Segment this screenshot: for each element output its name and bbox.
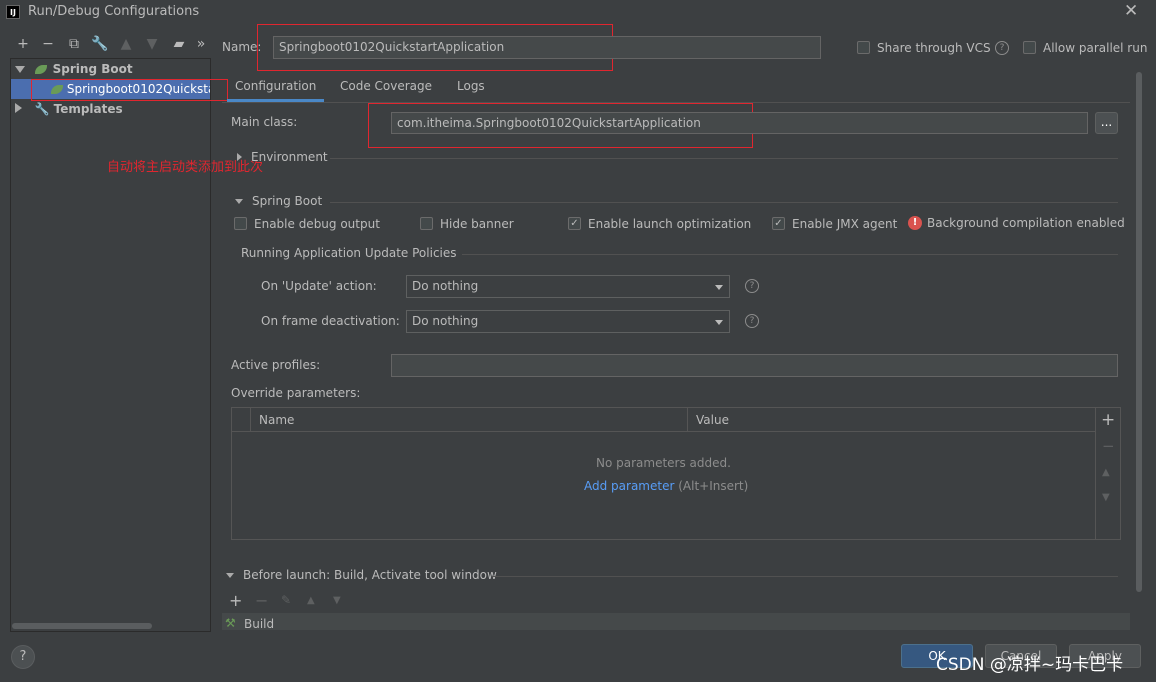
chevron-down-icon <box>715 320 723 325</box>
tree-group-label: Spring Boot <box>52 62 133 76</box>
tree-group-label: Templates <box>53 102 123 116</box>
tree-group-templates[interactable]: 🔧 Templates <box>11 99 210 119</box>
new-folder-icon[interactable]: ▰ <box>170 35 188 53</box>
jmx-agent-label: Enable JMX agent <box>792 217 898 231</box>
add-task-icon[interactable]: + <box>229 591 242 610</box>
main-class-field[interactable]: com.itheima.Springboot0102QuickstartAppl… <box>391 112 1088 134</box>
intellij-app-icon: IJ <box>6 5 20 19</box>
tree-group-spring-boot[interactable]: Spring Boot <box>11 59 210 79</box>
spring-boot-collapse-icon[interactable] <box>235 199 243 204</box>
enable-debug-checkbox[interactable] <box>234 217 247 230</box>
frame-deactivation-value: Do nothing <box>412 314 479 328</box>
vertical-scrollbar[interactable] <box>1136 72 1142 592</box>
enable-debug-label: Enable debug output <box>254 217 380 231</box>
share-vcs-checkbox[interactable] <box>857 41 870 54</box>
before-launch-section[interactable]: Before launch: Build, Activate tool wind… <box>243 568 497 582</box>
spring-boot-section[interactable]: Spring Boot <box>252 194 322 208</box>
jmx-agent-checkbox[interactable]: ✓ <box>772 217 785 230</box>
before-launch-divider <box>492 576 1118 577</box>
tabs-divider <box>222 102 1130 103</box>
add-parameter-link[interactable]: Add parameter <box>584 479 674 493</box>
active-profiles-field[interactable] <box>391 354 1118 377</box>
policies-divider <box>462 254 1118 255</box>
remove-icon[interactable]: − <box>39 35 57 53</box>
tab-configuration[interactable]: Configuration <box>227 72 325 102</box>
hide-banner-label: Hide banner <box>440 217 514 231</box>
allow-parallel-checkbox[interactable] <box>1023 41 1036 54</box>
tab-logs[interactable]: Logs <box>449 72 493 102</box>
update-action-value: Do nothing <box>412 279 479 293</box>
expand-arrow-icon[interactable] <box>15 66 25 73</box>
table-header <box>232 408 1095 432</box>
window-title: Run/Debug Configurations <box>28 4 200 19</box>
move-down-icon[interactable]: ▼ <box>1102 492 1110 503</box>
add-parameter-icon[interactable]: + <box>1101 410 1115 430</box>
before-launch-collapse-icon[interactable] <box>226 573 234 578</box>
update-action-label: On 'Update' action: <box>261 279 377 293</box>
help-icon[interactable]: ? <box>995 41 1009 55</box>
column-divider <box>250 408 251 432</box>
watermark: CSDN @凉拌~玛卡巴卡 <box>936 655 1124 675</box>
wrench-icon: 🔧 <box>34 102 50 116</box>
column-divider <box>687 408 688 432</box>
horizontal-scrollbar[interactable] <box>12 623 152 629</box>
hide-banner-checkbox[interactable] <box>420 217 433 230</box>
active-profiles-label: Active profiles: <box>231 358 321 372</box>
help-icon[interactable]: ? <box>745 279 759 293</box>
launch-optimization-checkbox[interactable]: ✓ <box>568 217 581 230</box>
frame-deactivation-select[interactable]: Do nothing <box>406 310 730 333</box>
build-task-item[interactable]: Build <box>244 617 274 630</box>
annotation-box-tree-item <box>31 79 228 101</box>
share-vcs-label: Share through VCS <box>877 41 991 55</box>
error-icon: ! <box>908 216 922 230</box>
update-action-select[interactable]: Do nothing <box>406 275 730 298</box>
help-icon[interactable]: ? <box>745 314 759 328</box>
hammer-icon: ⚒ <box>225 616 236 630</box>
help-button[interactable]: ? <box>11 645 35 669</box>
remove-parameter-icon[interactable]: − <box>1102 437 1115 455</box>
wrench-icon[interactable]: 🔧 <box>91 35 109 53</box>
add-parameter-shortcut: (Alt+Insert) <box>678 479 749 493</box>
frame-deactivation-label: On frame deactivation: <box>261 314 400 328</box>
add-icon[interactable]: + <box>14 35 32 53</box>
launch-optimization-label: Enable launch optimization <box>588 217 752 231</box>
column-value-header[interactable]: Value <box>696 413 729 427</box>
browse-button[interactable]: ... <box>1095 112 1118 134</box>
move-up-icon[interactable]: ▲ <box>117 35 135 53</box>
chevron-down-icon <box>715 285 723 290</box>
more-icon[interactable]: » <box>195 35 207 53</box>
override-parameters-label: Override parameters: <box>231 386 361 400</box>
table-toolbar-divider <box>1095 408 1096 539</box>
allow-parallel-label: Allow parallel run <box>1043 41 1148 55</box>
background-compilation-label: Background compilation enabled <box>927 216 1125 230</box>
environment-divider <box>330 158 1118 159</box>
add-parameter-row: Add parameter (Alt+Insert) <box>584 479 748 493</box>
close-icon[interactable]: ✕ <box>1124 1 1138 21</box>
collapse-arrow-icon[interactable] <box>15 103 22 113</box>
configurations-tree: Spring Boot Springboot0102Quickstart 🔧 T… <box>10 58 211 632</box>
move-down-icon[interactable]: ▼ <box>143 35 161 53</box>
move-down-icon[interactable]: ▼ <box>333 595 341 606</box>
environment-expand-icon[interactable] <box>237 153 242 161</box>
edit-task-icon[interactable]: ✎ <box>281 593 291 607</box>
name-label: Name: <box>222 40 262 54</box>
column-name-header[interactable]: Name <box>259 413 294 427</box>
environment-section[interactable]: Environment <box>251 150 328 164</box>
move-up-icon[interactable]: ▲ <box>307 595 315 606</box>
main-class-label: Main class: <box>231 115 298 129</box>
copy-icon[interactable]: ⧉ <box>65 35 83 53</box>
name-field[interactable]: Springboot0102QuickstartApplication <box>273 36 821 59</box>
annotation-text: 自动将主启动类添加到此次 <box>107 160 264 175</box>
tab-code-coverage[interactable]: Code Coverage <box>332 72 440 102</box>
spring-boot-icon <box>34 65 47 74</box>
remove-task-icon[interactable]: − <box>255 591 268 610</box>
update-policies-label: Running Application Update Policies <box>241 246 457 260</box>
move-up-icon[interactable]: ▲ <box>1102 467 1110 478</box>
before-launch-list: ⚒ Build <box>222 613 1130 630</box>
empty-table-text: No parameters added. <box>596 456 731 470</box>
spring-boot-divider <box>330 202 1118 203</box>
